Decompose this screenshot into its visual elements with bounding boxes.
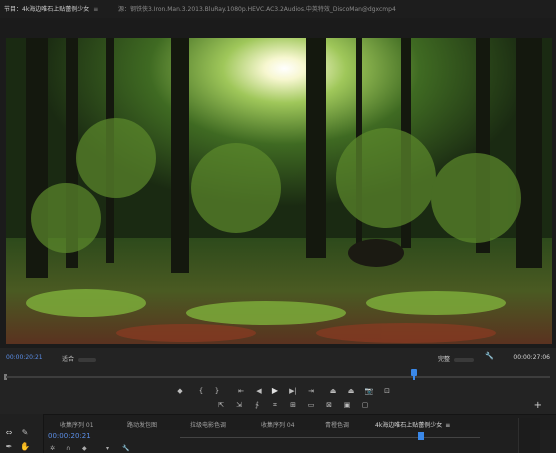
timeline-ruler[interactable] [180,437,480,438]
tab-sequence-2[interactable]: 路动发包图 [127,420,157,429]
tab-sequence-5[interactable]: 青橙色调 [325,420,349,429]
lift-icon[interactable]: ⏏ [328,386,338,396]
ripple-edit-tool-icon[interactable]: ⇔ [4,428,14,438]
monitor-info-bar: 00:00:20:21 适合 完整 🔧 00:00:27:06 [0,348,556,366]
settings-wrench-icon[interactable]: 🔧 [122,445,129,452]
forest-video-image [6,38,552,344]
snap-icon[interactable]: ✲ [50,445,55,452]
marker-icon[interactable]: ▾ [106,445,109,452]
add-marker-icon[interactable]: ◆ [82,445,87,452]
playback-resolution-dropdown[interactable]: 完整 [438,354,474,363]
go-to-out-icon[interactable]: ⇥ [306,386,316,396]
tab-sequence-04[interactable]: 收集序列 04 [261,420,295,429]
duration-timecode: 00:00:27:06 [513,354,550,361]
tab-active-label: 4k海边唯石上贴蕾例少女 [375,422,443,429]
tab-source-monitor[interactable]: 源：钢铁侠3.Iron.Man.3.2013.BluRay.1080p.HEVC… [118,4,396,13]
transport-controls: ◆ { } ⇤ ◀ ▶ ▶| ⇥ ⏏ ⏏ 📷 ⊡ ⇱ ⇲ ∱ ⌗ ⊞ ▭ ⊠ ▣… [0,382,556,414]
multicam-icon[interactable]: ▣ [342,400,352,410]
scrub-track[interactable] [6,376,550,378]
toggle-proxies-icon[interactable]: ▢ [360,400,370,410]
tab-program-label: 节目：4k海边唯石上贴蕾例少女 [4,6,90,13]
hand-tool-icon[interactable]: ✋ [20,442,30,452]
go-to-in-icon[interactable]: ⇤ [236,386,246,396]
program-monitor [0,18,556,348]
vr-video-icon[interactable]: ⊠ [324,400,334,410]
timeline-tabbar: 收集序列 01 路动发包图 拉级电影色调 收集序列 04 青橙色调 4k海边唯石… [0,414,556,432]
program-monitor-tabbar: 节目：4k海边唯石上贴蕾例少女 ≡ 源：钢铁侠3.Iron.Man.3.2013.… [0,0,556,18]
linked-selection-icon[interactable]: ∩ [66,445,70,452]
timeline-options: ✲ ∩ ◆ ▾ 🔧 [48,445,188,453]
play-in-to-out-icon[interactable]: ⇲ [234,400,244,410]
video-frame[interactable] [6,38,552,344]
export-frame-icon[interactable]: 📷 [364,386,374,396]
panel-menu-icon[interactable]: ≡ [93,6,98,13]
tab-sequence-3[interactable]: 拉级电影色调 [190,420,226,429]
timeline-timecode[interactable]: 00:00:20:21 [48,432,91,440]
playhead-timecode[interactable]: 00:00:20:21 [6,354,43,361]
add-marker-icon[interactable]: ◆ [175,386,185,396]
loop-icon[interactable]: ⌗ [270,400,280,410]
comparison-view-icon[interactable]: ⊡ [382,386,392,396]
overlays-icon[interactable]: ▭ [306,400,316,410]
zoom-fit-dropdown[interactable]: 适合 [62,354,96,363]
tab-program-monitor[interactable]: 节目：4k海边唯石上贴蕾例少女 ≡ [4,4,98,13]
wrench-icon[interactable]: 🔧 [485,352,494,360]
extract-icon[interactable]: ⏏ [346,386,356,396]
tab-sequence-01[interactable]: 收集序列 01 [60,420,94,429]
playhead-line [413,375,415,380]
tab-sequence-active[interactable]: 4k海边唯石上贴蕾例少女 ≡ [375,420,451,432]
play-icon[interactable]: ▶ [270,386,280,396]
step-back-icon[interactable]: ◀ [254,386,264,396]
pen-tool-icon[interactable]: ✒ [4,442,14,452]
tools-panel: ⇔ ✎ ✒ ✋ [0,414,44,453]
mark-in-icon[interactable]: { [196,386,206,396]
step-forward-icon[interactable]: ▶| [288,386,298,396]
razor-tool-icon[interactable]: ✎ [20,428,30,438]
timeline-vertical-scroll[interactable] [518,418,540,453]
mark-out-icon[interactable]: } [212,386,222,396]
play-around-icon[interactable]: ∱ [252,400,262,410]
button-editor-plus-icon[interactable]: + [534,400,542,411]
safe-margins-icon[interactable]: ⊞ [288,400,298,410]
panel-menu-icon[interactable]: ≡ [445,422,450,429]
loop-in-icon[interactable]: ⇱ [216,400,226,410]
timeline-playhead[interactable] [418,432,424,440]
monitor-scrub-bar[interactable] [0,366,556,382]
timeline-panel: 00:00:20:21 ✲ ∩ ◆ ▾ 🔧 [0,430,556,453]
